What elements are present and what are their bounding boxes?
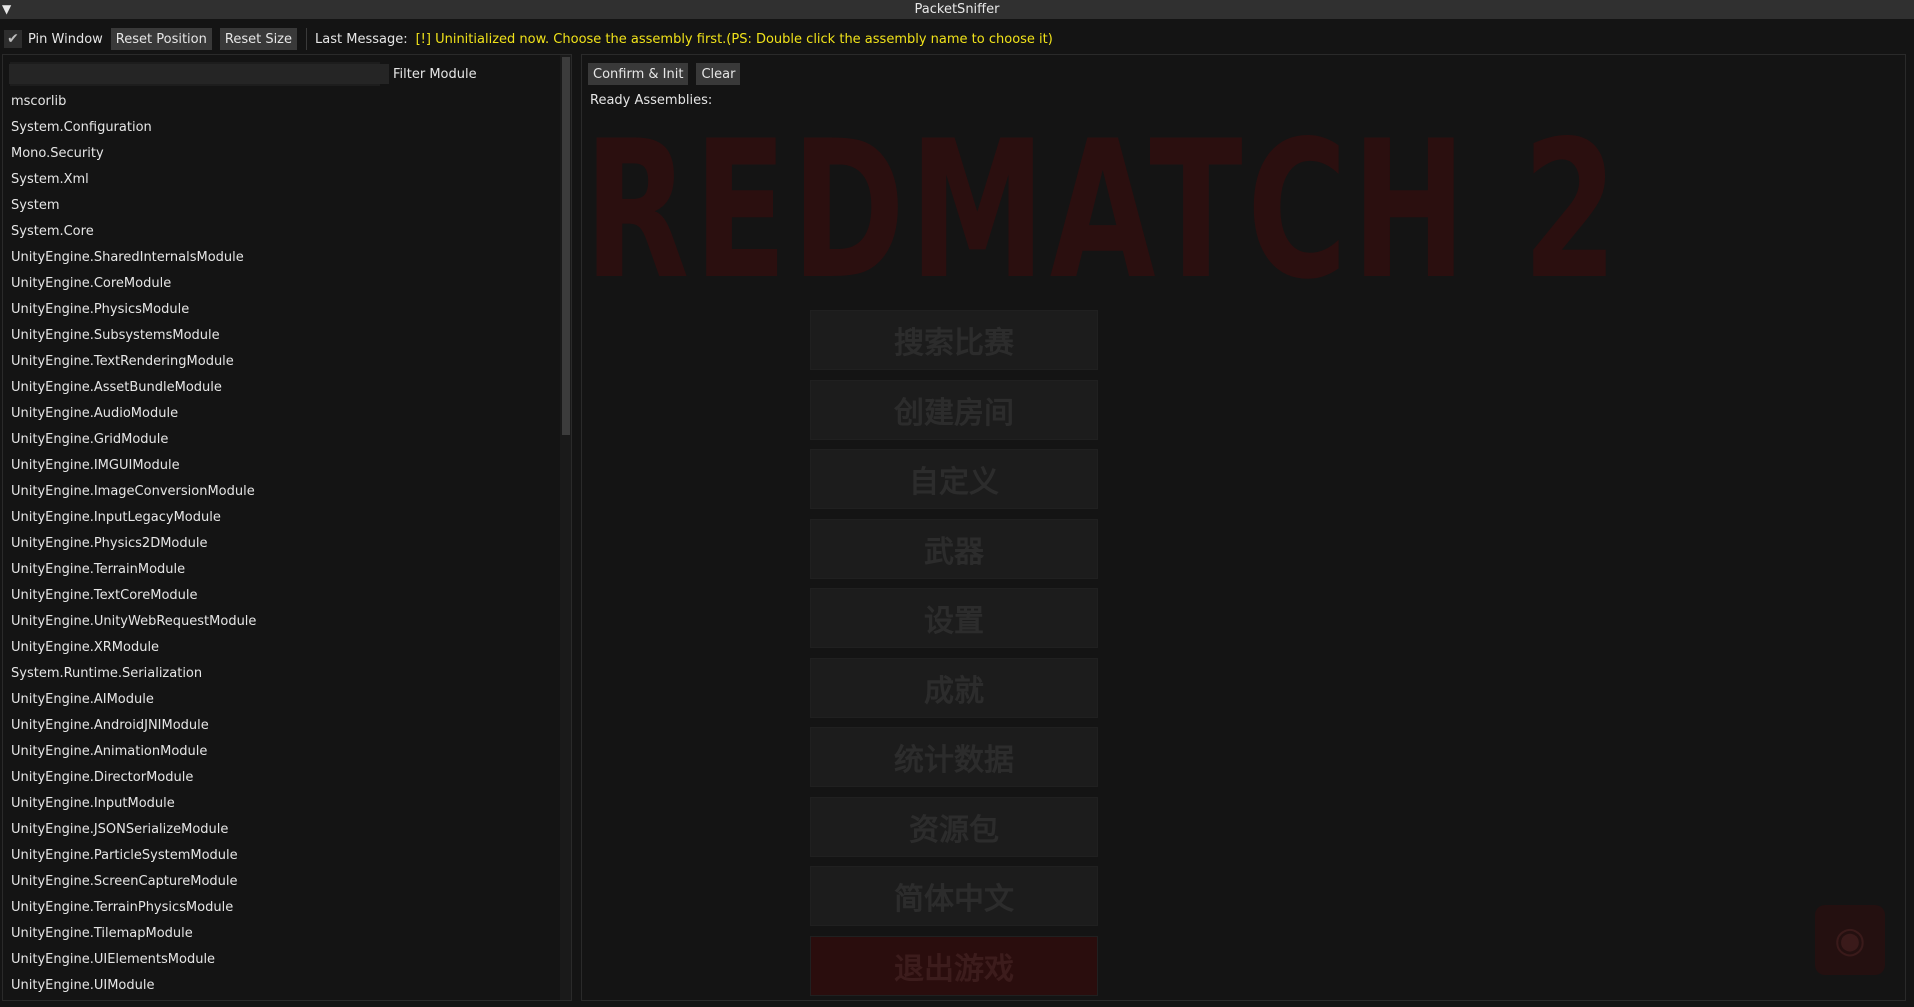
checkmark-icon: ✔ xyxy=(7,31,19,47)
module-list-item[interactable]: System.Core xyxy=(3,219,553,245)
module-list-item[interactable]: UnityEngine.InputModule xyxy=(3,791,553,817)
module-list-item[interactable]: UnityEngine.CoreModule xyxy=(3,271,553,297)
last-message-text: [!] Uninitialized now. Choose the assemb… xyxy=(415,31,1053,47)
toolbar: ✔ Pin Window Reset Position Reset Size L… xyxy=(0,27,1914,51)
last-message-label: Last Message: xyxy=(315,31,408,47)
filter-module-input[interactable] xyxy=(9,64,389,84)
module-list-item[interactable]: UnityEngine.TerrainPhysicsModule xyxy=(3,895,553,921)
module-list-item[interactable]: UnityEngine.TilemapModule xyxy=(3,921,553,947)
reset-size-button[interactable]: Reset Size xyxy=(219,28,298,50)
confirm-init-button[interactable]: Confirm & Init xyxy=(588,63,689,85)
filter-module-label: Filter Module xyxy=(393,66,477,82)
pin-window-checkbox[interactable]: ✔ xyxy=(4,30,22,48)
module-list-item[interactable]: UnityEngine.SubsystemsModule xyxy=(3,323,553,349)
module-panel: Filter Module mscorlib System.Configurati… xyxy=(2,54,572,1001)
module-list-item[interactable]: UnityEngine.SharedInternalsModule xyxy=(3,245,553,271)
module-list-item[interactable]: UnityEngine.UIElementsModule xyxy=(3,947,553,973)
module-list-item[interactable]: System.Configuration xyxy=(3,115,553,141)
assemblies-panel: Confirm & Init Clear Ready Assemblies: xyxy=(581,54,1906,1001)
reset-position-button[interactable]: Reset Position xyxy=(110,28,212,50)
filter-row: Filter Module xyxy=(9,63,477,85)
packet-sniffer-window: REDMATCH 2 搜索比赛 创建房间 自定义 武器 设置 成就 统计数据 资… xyxy=(0,0,1914,1007)
module-list-item[interactable]: UnityEngine.UIModule xyxy=(3,973,553,999)
module-list-item[interactable]: UnityEngine.TextRenderingModule xyxy=(3,349,553,375)
module-list-item[interactable]: UnityEngine.XRModule xyxy=(3,635,553,661)
window-title: PacketSniffer xyxy=(914,2,1000,17)
module-list-scrollbar[interactable] xyxy=(560,55,571,1000)
module-list: mscorlib System.Configuration Mono.Securit… xyxy=(3,89,553,999)
module-list-item[interactable]: System xyxy=(3,193,553,219)
module-list-item[interactable]: UnityEngine.JSONSerializeModule xyxy=(3,817,553,843)
module-list-item[interactable]: UnityEngine.DirectorModule xyxy=(3,765,553,791)
module-list-item[interactable]: UnityEngine.TextCoreModule xyxy=(3,583,553,609)
module-list-item[interactable]: Mono.Security xyxy=(3,141,553,167)
title-bar: ▼ PacketSniffer xyxy=(0,0,1914,19)
collapse-triangle-icon[interactable]: ▼ xyxy=(2,2,14,16)
module-list-item[interactable]: UnityEngine.ScreenCaptureModule xyxy=(3,869,553,895)
ready-assemblies-label: Ready Assemblies: xyxy=(590,93,713,108)
module-list-item[interactable]: UnityEngine.PhysicsModule xyxy=(3,297,553,323)
module-list-item[interactable]: UnityEngine.ParticleSystemModule xyxy=(3,843,553,869)
module-list-item[interactable]: UnityEngine.IMGUIModule xyxy=(3,453,553,479)
module-list-item[interactable]: UnityEngine.InputLegacyModule xyxy=(3,505,553,531)
toolbar-divider xyxy=(306,28,308,50)
module-list-item[interactable]: UnityEngine.UnityWebRequestModule xyxy=(3,609,553,635)
module-list-item[interactable]: UnityEngine.TerrainModule xyxy=(3,557,553,583)
module-list-item[interactable]: UnityEngine.Physics2DModule xyxy=(3,531,553,557)
module-list-item[interactable]: UnityEngine.AudioModule xyxy=(3,401,553,427)
module-list-item[interactable]: UnityEngine.AnimationModule xyxy=(3,739,553,765)
module-list-item[interactable]: UnityEngine.AndroidJNIModule xyxy=(3,713,553,739)
module-list-item[interactable]: UnityEngine.ImageConversionModule xyxy=(3,479,553,505)
assemblies-toolbar: Confirm & Init Clear xyxy=(588,63,741,85)
scrollbar-thumb[interactable] xyxy=(562,57,570,435)
pin-window-label: Pin Window xyxy=(28,31,103,47)
module-list-item[interactable]: UnityEngine.AIModule xyxy=(3,687,553,713)
module-list-item[interactable]: System.Runtime.Serialization xyxy=(3,661,553,687)
module-list-item[interactable]: UnityEngine.AssetBundleModule xyxy=(3,375,553,401)
clear-button[interactable]: Clear xyxy=(696,63,741,85)
module-list-item[interactable]: mscorlib xyxy=(3,89,553,115)
module-list-item[interactable]: UnityEngine.GridModule xyxy=(3,427,553,453)
module-list-item[interactable]: System.Xml xyxy=(3,167,553,193)
